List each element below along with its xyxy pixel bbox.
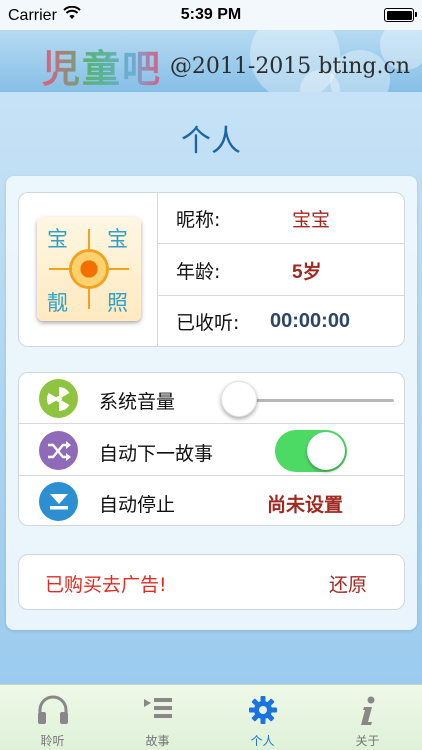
volume-label: 系统音量 — [99, 391, 176, 413]
app-logo: 児童吧 — [42, 38, 162, 92]
settings-card: 系统音量 自动下一故事 自动停止 尚未设置 — [18, 372, 405, 526]
listened-label: 已收听: — [176, 312, 240, 334]
tab-stories[interactable]: 故事 — [105, 685, 210, 750]
tab-listen[interactable]: 聆听 — [0, 685, 105, 750]
ad-status-label: 已购买去广告! — [45, 574, 167, 596]
target-icon — [69, 249, 109, 289]
autostop-row[interactable]: 自动停止 尚未设置 — [19, 476, 404, 527]
gear-icon — [210, 695, 315, 727]
info-icon — [315, 695, 420, 727]
status-time: 5:39 PM — [180, 6, 242, 23]
age-label: 年龄: — [176, 260, 221, 283]
tab-label: 故事 — [145, 734, 170, 748]
tab-bar: 聆听 故事 个人 关于 — [0, 684, 422, 750]
age-row[interactable]: 年龄: 5岁 — [158, 245, 404, 296]
story-list-icon — [105, 695, 210, 727]
shuffle-icon — [39, 431, 78, 470]
profile-card: 宝 宝 靓 照 昵称: 宝宝 年龄: 5岁 已收听: 00:00:00 — [18, 192, 405, 347]
listened-row: 已收听: 00:00:00 — [158, 296, 404, 347]
age-value: 5岁 — [292, 261, 322, 283]
tab-label: 聆听 — [40, 734, 65, 748]
tab-label: 个人 — [250, 734, 275, 748]
avatar-char: 靓 — [47, 291, 68, 315]
autonext-toggle[interactable] — [275, 430, 347, 472]
volume-slider-track[interactable] — [239, 399, 394, 402]
listened-value: 00:00:00 — [270, 310, 351, 332]
download-tray-icon — [39, 482, 78, 521]
nickname-row[interactable]: 昵称: 宝宝 — [158, 193, 404, 244]
tab-about[interactable]: 关于 — [315, 685, 420, 750]
avatar-char: 宝 — [107, 227, 128, 251]
battery-icon — [384, 8, 417, 22]
volume-slider-knob[interactable] — [221, 381, 257, 417]
main-panel: 宝 宝 靓 照 昵称: 宝宝 年龄: 5岁 已收听: 00:00:00 系统音量… — [6, 176, 417, 630]
volume-row: 系统音量 — [19, 373, 404, 424]
remove-ads-card: 已购买去广告! 还原 — [18, 554, 405, 610]
avatar-char: 宝 — [47, 227, 68, 251]
autostop-label: 自动停止 — [99, 494, 176, 516]
restore-button[interactable]: 还原 — [329, 570, 367, 597]
avatar[interactable]: 宝 宝 靓 照 — [37, 217, 141, 321]
tab-label: 关于 — [355, 734, 380, 748]
page-title: 个人 — [181, 124, 241, 159]
autonext-label: 自动下一故事 — [99, 443, 214, 465]
nickname-label: 昵称: — [176, 208, 221, 231]
nickname-value: 宝宝 — [292, 208, 331, 231]
app-banner: 児童吧 @2011-2015 bting.cn — [0, 30, 422, 92]
avatar-char: 照 — [107, 291, 128, 315]
headphones-icon — [0, 695, 105, 727]
banner-url: @2011-2015 bting.cn — [169, 54, 410, 79]
autostop-value: 尚未设置 — [267, 494, 344, 516]
status-bar: Carrier 5:39 PM — [0, 0, 422, 30]
autonext-row: 自动下一故事 — [19, 425, 404, 476]
radiation-icon — [39, 379, 78, 418]
tab-profile[interactable]: 个人 — [210, 685, 315, 750]
